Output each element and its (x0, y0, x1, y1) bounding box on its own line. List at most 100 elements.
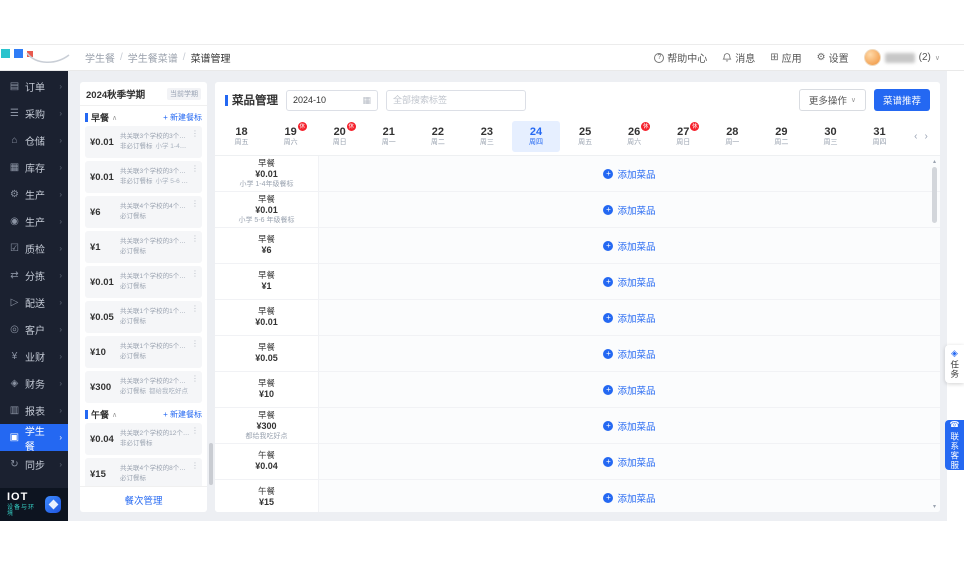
new-standard-button[interactable]: + 新建餐标 (163, 409, 202, 420)
calendar-next-icon[interactable]: › (925, 131, 928, 142)
menu-row-cell: + 添加菜品 (319, 372, 940, 407)
sidebar-item-purchase[interactable]: ☰ 采购 › (0, 100, 68, 127)
more-vertical-icon[interactable]: ⋮ (191, 234, 199, 243)
sidebar-item-production-1[interactable]: ⚙ 生产 › (0, 181, 68, 208)
more-vertical-icon[interactable]: ⋮ (191, 199, 199, 208)
add-dish-button[interactable]: + 添加菜品 (603, 419, 655, 433)
meal-standard-card[interactable]: ¥0.01 共关联3个学校的3个班级 非必订餐标小学 5-6 年级餐标 ⋮ (85, 161, 202, 193)
calendar-day[interactable]: 22 周二 (414, 121, 461, 152)
meal-standard-card[interactable]: ¥0.04 共关联2个学校的12个班级 非必订餐标 ⋮ (85, 423, 202, 455)
calendar-day[interactable]: 28 周一 (709, 121, 756, 152)
new-standard-button[interactable]: + 新建餐标 (163, 112, 202, 123)
meal-standard-card[interactable]: ¥1 共关联3个学校的3个班级 必订餐标 ⋮ (85, 231, 202, 263)
add-dish-button[interactable]: + 添加菜品 (603, 491, 655, 505)
menu-row-price: ¥0.01 (255, 317, 278, 329)
messages-button[interactable]: 消息 (722, 50, 755, 65)
meal-standard-card[interactable]: ¥0.05 共关联1个学校的1个班级 必订餐标 ⋮ (85, 301, 202, 333)
apps-button[interactable]: ⊞ 应用 (770, 50, 801, 65)
sidebar-item-production-2[interactable]: ◉ 生产 › (0, 208, 68, 235)
scroll-down-icon[interactable]: ▾ (933, 503, 936, 510)
collapse-icon[interactable]: ∧ (112, 411, 117, 419)
more-actions-button[interactable]: 更多操作 ∨ (799, 89, 866, 111)
month-picker[interactable]: 2024-10 ▦ (286, 90, 378, 111)
menu-row-note: 小学 5-6 年级餐标 (238, 216, 294, 225)
meal-standard-card[interactable]: ¥0.01 共关联3个学校的3个班级 非必订餐标小学 1-4年级餐标 ⋮ (85, 126, 202, 158)
meal-standard-card[interactable]: ¥300 共关联3个学校的2个班级 必订餐标都给我吃好点 ⋮ (85, 371, 202, 403)
add-dish-button[interactable]: + 添加菜品 (603, 167, 655, 181)
more-vertical-icon[interactable]: ⋮ (191, 339, 199, 348)
sidebar-item-business-finance[interactable]: ¥ 业财 › (0, 343, 68, 370)
calendar-day[interactable]: 18 周五 (218, 121, 265, 152)
calendar-day[interactable]: 24 周四 (512, 121, 559, 152)
menu-panel: 菜品管理 2024-10 ▦ 更多操作 ∨ 菜谱推荐 18 周五 19休 周六 … (215, 82, 940, 512)
add-dish-button[interactable]: + 添加菜品 (603, 311, 655, 325)
more-vertical-icon[interactable]: ⋮ (191, 374, 199, 383)
search-input[interactable] (386, 90, 526, 111)
calendar-day[interactable]: 25 周五 (562, 121, 609, 152)
sidebar-item-customers[interactable]: ◎ 客户 › (0, 316, 68, 343)
calendar-day-number: 24 (530, 126, 542, 138)
caret-down-icon: ∨ (851, 96, 856, 104)
recipe-recommend-button[interactable]: 菜谱推荐 (874, 89, 930, 111)
customer-service-floating-button[interactable]: ☎ 联系客服 (945, 420, 964, 470)
semester-bar[interactable]: 2024秋季学期 当前学期 (80, 82, 207, 106)
content-area: 2024秋季学期 当前学期 早餐 ∧ + 新建餐标 ¥0.01 共关联3个学校的… (68, 71, 947, 521)
calendar-prev-icon[interactable]: ‹ (914, 131, 917, 142)
vertical-scrollbar[interactable]: ▴ ▾ (930, 156, 939, 512)
collapse-icon[interactable]: ∧ (112, 114, 117, 122)
finance-icon: ◈ (9, 379, 20, 389)
breadcrumb-item[interactable]: 学生餐菜谱 (128, 50, 178, 65)
add-dish-button[interactable]: + 添加菜品 (603, 455, 655, 469)
more-vertical-icon[interactable]: ⋮ (191, 461, 199, 470)
calendar-day[interactable]: 23 周三 (463, 121, 510, 152)
meal-standard-type: 必订餐标 (120, 282, 192, 292)
add-dish-button[interactable]: + 添加菜品 (603, 275, 655, 289)
more-vertical-icon[interactable]: ⋮ (191, 269, 199, 278)
inventory-icon: ▦ (9, 163, 20, 173)
meal-standard-type: 必订餐标 (120, 247, 192, 257)
menu-row-meal: 早餐 (258, 234, 275, 245)
calendar-day[interactable]: 29 周二 (758, 121, 805, 152)
sidebar-item-label: 订单 (25, 79, 45, 94)
tasks-floating-button[interactable]: ◈ 任务 (945, 345, 964, 383)
help-center-button[interactable]: ? 帮助中心 (654, 50, 707, 65)
more-vertical-icon[interactable]: ⋮ (191, 304, 199, 313)
user-menu[interactable]: (2) ∨ (864, 49, 940, 66)
meal-standard-card[interactable]: ¥10 共关联1个学校的5个班级 必订餐标 ⋮ (85, 336, 202, 368)
meal-standard-card[interactable]: ¥15 共关联4个学校的8个班级 必订餐标 ⋮ (85, 458, 202, 486)
left-panel-scrollbar-thumb[interactable] (209, 443, 213, 485)
calendar-day[interactable]: 27休 周日 (660, 121, 707, 152)
meal-standard-card[interactable]: ¥0.01 共关联1个学校的5个班级 必订餐标 ⋮ (85, 266, 202, 298)
scroll-up-icon[interactable]: ▴ (933, 158, 936, 165)
calendar-day[interactable]: 21 周一 (365, 121, 412, 152)
sidebar-item-warehouse[interactable]: ⌂ 仓储 › (0, 127, 68, 154)
menu-row: 早餐 ¥0.01 小学 5-6 年级餐标 + 添加菜品 (215, 192, 940, 228)
sidebar-item-finance[interactable]: ◈ 财务 › (0, 370, 68, 397)
sidebar-item-quality[interactable]: ☑ 质检 › (0, 235, 68, 262)
scrollbar-thumb[interactable] (932, 167, 937, 223)
tasks-icon: ◈ (951, 349, 958, 358)
meal-times-manage-button[interactable]: 餐次管理 (80, 486, 207, 512)
sidebar-item-inventory[interactable]: ▦ 库存 › (0, 154, 68, 181)
sidebar-item-student-meals[interactable]: ▣ 学生餐 › (0, 424, 68, 451)
add-dish-button[interactable]: + 添加菜品 (603, 239, 655, 253)
calendar-day[interactable]: 20休 周日 (316, 121, 363, 152)
sidebar-item-reports[interactable]: ▥ 报表 › (0, 397, 68, 424)
more-vertical-icon[interactable]: ⋮ (191, 426, 199, 435)
calendar-day[interactable]: 19休 周六 (267, 121, 314, 152)
settings-button[interactable]: ⚙ 设置 (817, 50, 849, 65)
breadcrumb-item[interactable]: 学生餐 (85, 50, 115, 65)
sidebar-item-delivery[interactable]: ▷ 配送 › (0, 289, 68, 316)
add-dish-button[interactable]: + 添加菜品 (603, 383, 655, 397)
meal-standard-card[interactable]: ¥6 共关联4个学校的4个班级 必订餐标 ⋮ (85, 196, 202, 228)
sidebar-item-sync[interactable]: ↻ 同步 › (0, 451, 68, 478)
more-vertical-icon[interactable]: ⋮ (191, 129, 199, 138)
more-vertical-icon[interactable]: ⋮ (191, 164, 199, 173)
calendar-day[interactable]: 31 周四 (856, 121, 903, 152)
add-dish-button[interactable]: + 添加菜品 (603, 347, 655, 361)
add-dish-button[interactable]: + 添加菜品 (603, 203, 655, 217)
sidebar-item-orders[interactable]: ▤ 订单 › (0, 73, 68, 100)
calendar-day[interactable]: 30 周三 (807, 121, 854, 152)
calendar-day[interactable]: 26休 周六 (611, 121, 658, 152)
sidebar-item-sorting[interactable]: ⇄ 分拣 › (0, 262, 68, 289)
